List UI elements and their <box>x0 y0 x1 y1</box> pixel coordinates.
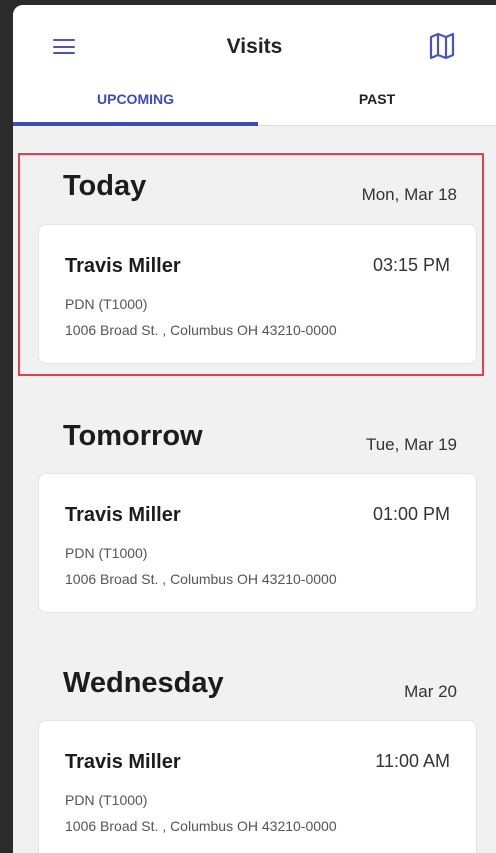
page-title: Visits <box>226 35 283 58</box>
client-name: Travis Miller <box>65 751 181 773</box>
visit-time: 11:00 AM <box>375 751 450 771</box>
visit-address: 1006 Broad St. , Columbus OH 43210-0000 <box>65 818 337 834</box>
service-code: PDN (T1000) <box>65 792 148 808</box>
day-title: Wednesday <box>63 667 224 699</box>
visit-address: 1006 Broad St. , Columbus OH 43210-0000 <box>65 571 337 587</box>
day-section-today: Today Mon, Mar 18 Travis Miller 03:15 PM… <box>13 165 496 375</box>
device-frame: Visits UPCOMING PAST Today Mon, Mar 18 T… <box>0 0 496 853</box>
client-name: Travis Miller <box>65 504 181 526</box>
day-date: Mar 20 <box>404 682 457 701</box>
day-title: Tomorrow <box>63 420 203 452</box>
day-title: Today <box>63 170 147 202</box>
service-code: PDN (T1000) <box>65 545 148 561</box>
visit-card[interactable]: Travis Miller 01:00 PM PDN (T1000) 1006 … <box>38 473 477 613</box>
visit-card[interactable]: Travis Miller 11:00 AM PDN (T1000) 1006 … <box>38 720 477 853</box>
tab-past[interactable]: PAST <box>258 91 496 107</box>
tab-upcoming[interactable]: UPCOMING <box>13 91 258 107</box>
visit-time: 03:15 PM <box>372 255 450 275</box>
visit-address: 1006 Broad St. , Columbus OH 43210-0000 <box>65 322 337 338</box>
app-header: Visits UPCOMING PAST <box>13 5 496 126</box>
service-code: PDN (T1000) <box>65 296 148 312</box>
day-section-tomorrow: Tomorrow Tue, Mar 19 Travis Miller 01:00… <box>13 415 496 625</box>
day-section-wednesday: Wednesday Mar 20 Travis Miller 11:00 AM … <box>13 662 496 853</box>
day-date: Mon, Mar 18 <box>361 185 457 204</box>
active-tab-indicator <box>13 122 258 126</box>
map-icon[interactable] <box>429 32 455 60</box>
day-date: Tue, Mar 19 <box>365 435 457 454</box>
app-screen: Visits UPCOMING PAST Today Mon, Mar 18 T… <box>13 5 496 853</box>
visit-time: 01:00 PM <box>372 504 450 524</box>
visit-card[interactable]: Travis Miller 03:15 PM PDN (T1000) 1006 … <box>38 224 477 364</box>
client-name: Travis Miller <box>65 255 181 277</box>
